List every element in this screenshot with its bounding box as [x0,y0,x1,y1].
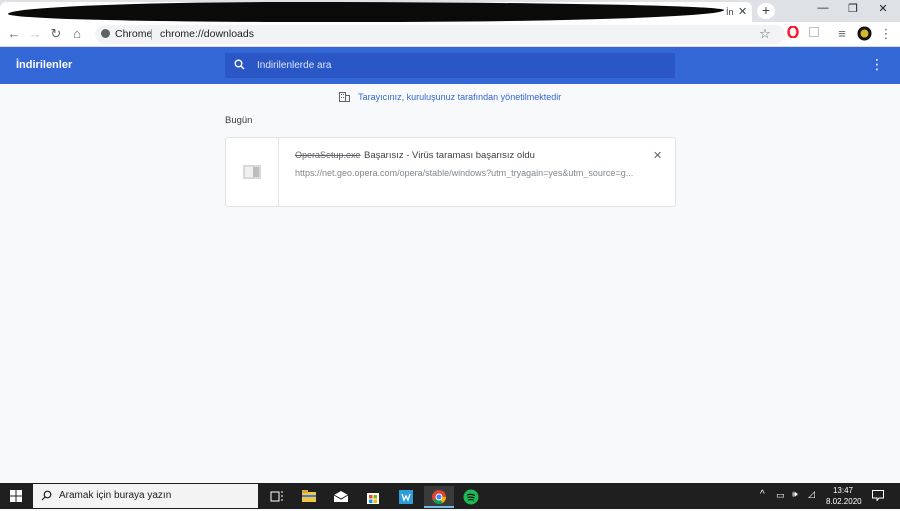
downloads-search[interactable] [225,53,675,78]
more-options-icon[interactable]: ⋮ [870,57,884,71]
managed-notice-text[interactable]: Tarayıcınız, kuruluşunuz tarafından yöne… [358,92,561,102]
chrome-icon[interactable] [424,486,454,508]
task-view-icon[interactable] [262,486,292,508]
tray-chevron-icon[interactable]: ^ [760,489,765,500]
tab-strip: İn ✕ + — ❐ ✕ [0,0,900,22]
omnibox-separator: | [150,28,153,40]
store-icon[interactable] [358,486,388,508]
volume-icon[interactable]: 🕪 [792,489,798,500]
close-window-button[interactable]: ✕ [868,2,898,18]
tab-close-icon[interactable]: ✕ [738,5,747,18]
omnibox-site: Chrome [115,28,153,40]
new-tab-button[interactable]: + [757,3,775,19]
app-icon[interactable] [391,486,421,508]
profile-icon[interactable] [856,26,872,42]
search-icon [234,59,245,73]
notification-icon[interactable] [872,490,884,504]
page-title: İndirilenler [16,59,73,71]
download-url[interactable]: https://net.geo.opera.com/opera/stable/w… [295,168,635,178]
tab-title: İn [726,7,734,17]
windows-taskbar: Aramak için buraya yazın ^ ▭ 🕪 ◿ 13:47 8… [0,483,900,509]
search-icon [41,490,52,504]
download-status: Başarısız - Virüs taraması başarısız old… [364,150,535,161]
managed-notice[interactable]: Tarayıcınız, kuruluşunuz tarafından yöne… [0,92,900,104]
extension-icon[interactable] [806,26,822,42]
search-input[interactable] [255,57,655,74]
download-item: OperaSetup.exe Başarısız - Virüs taramas… [225,137,676,207]
section-date-label: Bugün [225,115,253,126]
download-file-name[interactable]: OperaSetup.exe [295,150,361,160]
forward-arrow-icon[interactable]: → [27,26,43,42]
browser-toolbar: ← → ↻ ⌂ Chrome | chrome://downloads ☆ ≡ … [0,22,900,47]
taskbar-search[interactable]: Aramak için buraya yazın [33,484,258,508]
redacted-tab-area [7,2,725,22]
spotify-icon[interactable] [456,486,486,508]
mail-icon[interactable] [326,486,356,508]
menu-icon[interactable]: ⋮ [878,26,894,42]
home-icon[interactable]: ⌂ [69,26,85,42]
browser-tab[interactable]: İn ✕ [0,2,752,22]
battery-icon[interactable]: ▭ [776,490,785,501]
minimize-button[interactable]: — [808,2,838,18]
file-icon-box [226,138,279,206]
reload-icon[interactable]: ↻ [48,26,64,42]
opera-icon[interactable] [785,25,801,42]
windows-start-icon[interactable] [10,490,22,505]
media-icon[interactable]: ≡ [834,26,850,42]
site-info-icon[interactable] [101,29,110,38]
close-icon[interactable]: ✕ [653,149,662,162]
address-bar[interactable]: Chrome | chrome://downloads [95,25,785,44]
back-arrow-icon[interactable]: ← [6,26,22,42]
restore-button[interactable]: ❐ [838,2,868,18]
taskbar-time[interactable]: 13:47 [826,486,860,495]
taskbar-search-placeholder: Aramak için buraya yazın [59,490,172,501]
omnibox-url: chrome://downloads [160,28,254,40]
building-icon [338,92,350,104]
file-explorer-icon[interactable] [294,486,324,508]
network-icon[interactable]: ◿ [808,489,815,500]
taskbar-date[interactable]: 8.02.2020 [826,497,862,506]
downloads-header: İndirilenler ⋮ [0,47,900,84]
file-icon [243,165,261,182]
star-icon[interactable]: ☆ [757,26,773,42]
